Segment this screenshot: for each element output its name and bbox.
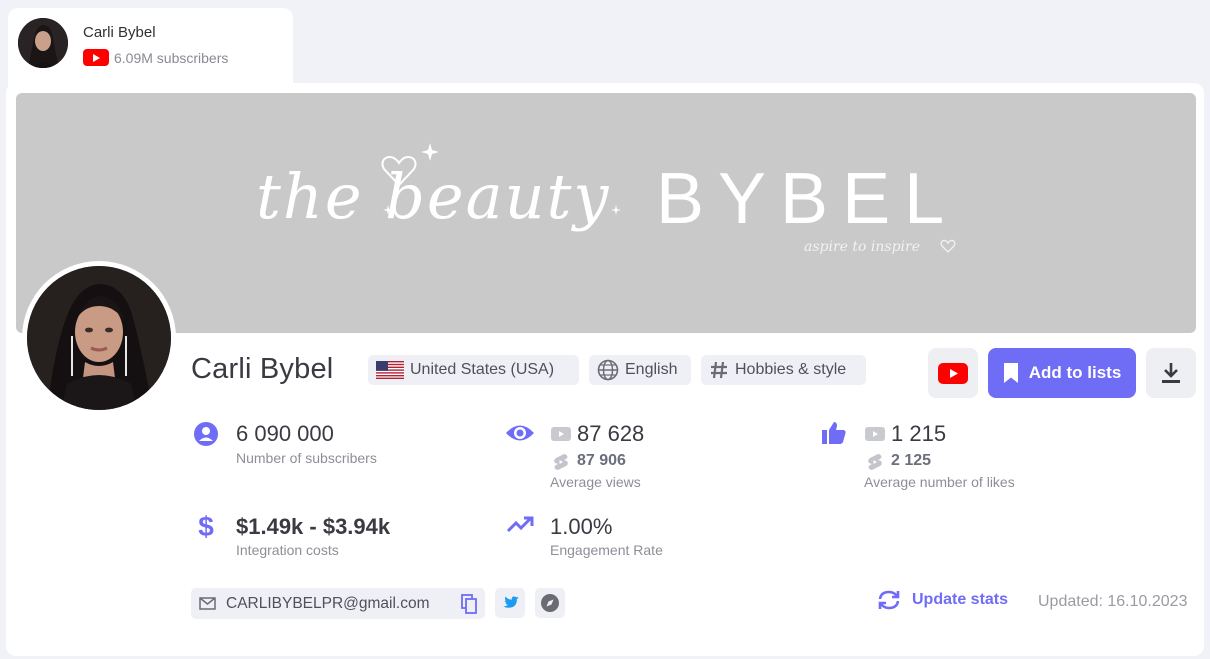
update-stats-label: Update stats bbox=[912, 591, 1009, 608]
dollar-icon: $ bbox=[198, 511, 214, 541]
views-value: 87 628 bbox=[577, 421, 645, 446]
svg-text:$: $ bbox=[198, 511, 214, 541]
subscribers-value: 6 090 000 bbox=[236, 421, 334, 446]
profile-card: the beauty BYBEL aspire to inspire Carli… bbox=[6, 83, 1204, 656]
costs-label: Integration costs bbox=[236, 542, 339, 558]
video-icon bbox=[865, 427, 885, 441]
updated-date: Updated: 16.10.2023 bbox=[1038, 593, 1188, 610]
us-flag-icon bbox=[376, 361, 404, 379]
globe-icon bbox=[597, 359, 619, 381]
engagement-label: Engagement Rate bbox=[550, 542, 663, 558]
engagement-value: 1.00% bbox=[550, 514, 613, 539]
youtube-icon bbox=[938, 362, 968, 384]
bookmark-icon bbox=[1003, 363, 1018, 383]
email-field: CARLIBYBELPR@gmail.com bbox=[191, 588, 485, 619]
mail-icon bbox=[199, 597, 216, 610]
tab-avatar bbox=[18, 18, 68, 68]
views-shorts-value: 87 906 bbox=[577, 452, 626, 469]
twitter-button[interactable] bbox=[495, 588, 525, 618]
trending-up-icon bbox=[506, 516, 534, 533]
tab-channel-name: Carli Bybel bbox=[83, 24, 156, 41]
eye-icon bbox=[506, 425, 534, 441]
banner-brand-text: BYBEL bbox=[656, 159, 958, 239]
banner-tagline: aspire to inspire bbox=[804, 239, 920, 255]
add-to-lists-button[interactable]: Add to lists bbox=[988, 348, 1136, 398]
category-chip: Hobbies & style bbox=[701, 355, 866, 385]
refresh-icon bbox=[878, 590, 900, 610]
likes-shorts-value: 2 125 bbox=[891, 452, 932, 469]
download-icon bbox=[1162, 363, 1180, 383]
tab-subscriber-row: 6.09M subscribers bbox=[83, 49, 228, 66]
language-label: English bbox=[625, 361, 678, 378]
website-button[interactable] bbox=[535, 588, 565, 618]
copy-icon[interactable] bbox=[461, 593, 477, 614]
category-label: Hobbies & style bbox=[735, 361, 847, 378]
profile-avatar bbox=[22, 261, 176, 415]
profile-name: Carli Bybel bbox=[191, 353, 334, 385]
open-youtube-button[interactable] bbox=[928, 348, 978, 398]
youtube-icon bbox=[83, 49, 109, 66]
shorts-icon bbox=[554, 454, 568, 470]
country-label: United States (USA) bbox=[410, 361, 555, 378]
twitter-icon bbox=[503, 595, 519, 608]
add-to-lists-label: Add to lists bbox=[1028, 363, 1122, 382]
likes-label: Average number of likes bbox=[864, 474, 1015, 490]
user-icon bbox=[194, 422, 218, 446]
country-chip: United States (USA) bbox=[368, 355, 579, 385]
shorts-icon bbox=[868, 454, 882, 470]
compass-icon bbox=[541, 594, 559, 612]
tab-subscriber-count: 6.09M subscribers bbox=[114, 49, 229, 66]
views-label: Average views bbox=[550, 474, 641, 490]
banner-script-text: the beauty bbox=[256, 160, 610, 233]
hashtag-icon bbox=[711, 361, 727, 379]
thumbs-up-icon bbox=[822, 422, 846, 444]
subscribers-label: Number of subscribers bbox=[236, 450, 377, 466]
update-stats-button[interactable]: Update stats bbox=[876, 589, 1008, 611]
channel-tab[interactable]: Carli Bybel 6.09M subscribers bbox=[8, 8, 293, 88]
likes-value: 1 215 bbox=[891, 421, 947, 446]
download-button[interactable] bbox=[1146, 348, 1196, 398]
video-icon bbox=[551, 427, 571, 441]
language-chip: English bbox=[589, 355, 691, 385]
costs-value: $1.49k - $3.94k bbox=[236, 514, 391, 539]
channel-banner: the beauty BYBEL aspire to inspire bbox=[16, 93, 1196, 333]
email-text: CARLIBYBELPR@gmail.com bbox=[226, 594, 430, 612]
